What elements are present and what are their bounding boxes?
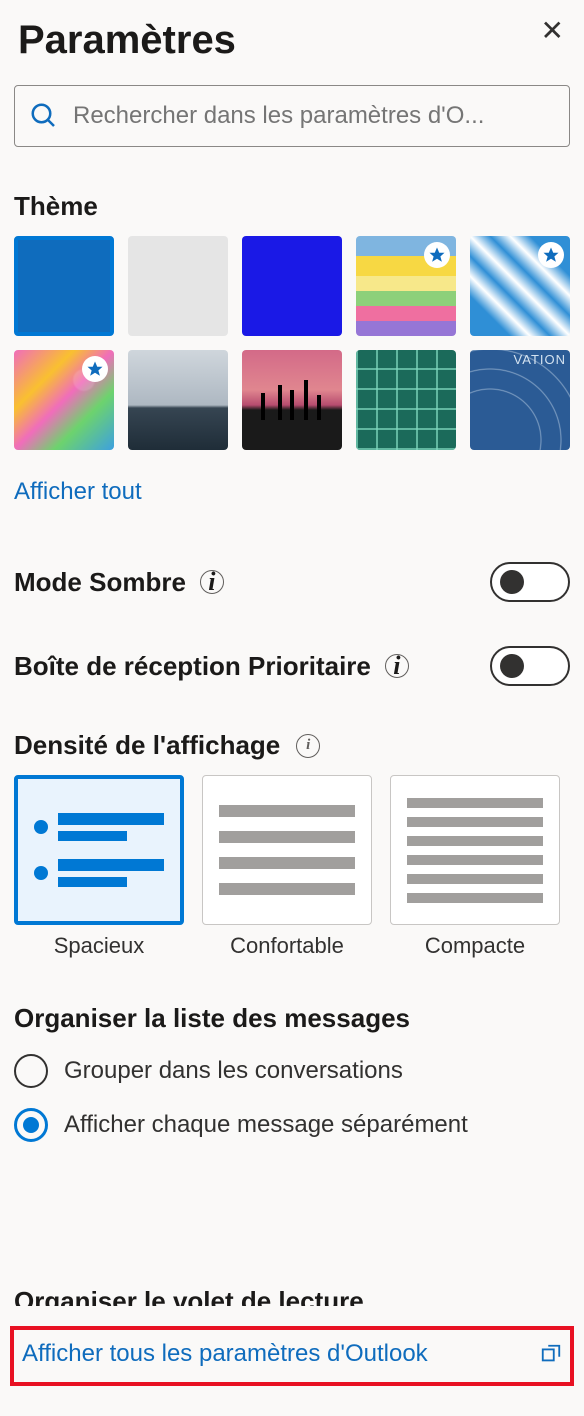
density-option-comfortable[interactable]: Confortable	[202, 775, 372, 959]
page-title: Paramètres	[18, 18, 236, 63]
search-input[interactable]	[73, 102, 555, 130]
density-label: Confortable	[202, 933, 372, 959]
radio-group-conversations[interactable]: Grouper dans les conversations	[14, 1054, 570, 1088]
info-icon[interactable]: i	[296, 734, 320, 758]
all-settings-link[interactable]: Afficher tous les paramètres d'Outlook	[22, 1340, 526, 1368]
theme-tile-unicorn[interactable]	[14, 350, 114, 450]
radio-show-separate[interactable]: Afficher chaque message séparément	[14, 1108, 570, 1142]
info-icon[interactable]: i	[385, 654, 409, 678]
focused-inbox-label: Boîte de réception Prioritaire	[14, 651, 371, 682]
premium-star-icon	[424, 242, 450, 268]
info-icon[interactable]: i	[200, 570, 224, 594]
radio-icon	[14, 1054, 48, 1088]
dark-mode-toggle[interactable]	[490, 562, 570, 602]
reading-pane-title: Organiser le volet de lecture	[14, 1286, 534, 1306]
premium-star-icon	[538, 242, 564, 268]
search-input-wrapper[interactable]	[14, 85, 570, 147]
theme-tile-grey[interactable]	[128, 236, 228, 336]
theme-tile-navy[interactable]	[242, 236, 342, 336]
theme-section-title: Thème	[14, 191, 570, 222]
popout-icon	[540, 1343, 562, 1365]
radio-label: Grouper dans les conversations	[64, 1057, 403, 1085]
density-label: Compacte	[390, 933, 560, 959]
density-option-compact[interactable]: Compacte	[390, 775, 560, 959]
theme-tile-mountain[interactable]	[128, 350, 228, 450]
focused-inbox-toggle[interactable]	[490, 646, 570, 686]
theme-tile-ribbons[interactable]	[470, 236, 570, 336]
dark-mode-label: Mode Sombre	[14, 567, 186, 598]
theme-tile-blue[interactable]	[14, 236, 114, 336]
radio-label: Afficher chaque message séparément	[64, 1111, 468, 1139]
organize-messages-title: Organiser la liste des messages	[14, 1003, 570, 1034]
premium-star-icon	[82, 356, 108, 382]
footer-highlight-box: Afficher tous les paramètres d'Outlook	[10, 1326, 574, 1386]
theme-tile-blueprint[interactable]	[470, 350, 570, 450]
density-section-title: Densité de l'affichage i	[14, 730, 570, 761]
search-icon	[29, 101, 59, 131]
radio-icon	[14, 1108, 48, 1142]
close-icon[interactable]: ✕	[531, 13, 574, 49]
theme-tile-sunset[interactable]	[242, 350, 342, 450]
theme-tile-circuit[interactable]	[356, 350, 456, 450]
density-label: Spacieux	[14, 933, 184, 959]
density-option-spacious[interactable]: Spacieux	[14, 775, 184, 959]
theme-show-all-link[interactable]: Afficher tout	[14, 474, 142, 510]
theme-tile-rainbow[interactable]	[356, 236, 456, 336]
theme-grid	[14, 236, 570, 450]
